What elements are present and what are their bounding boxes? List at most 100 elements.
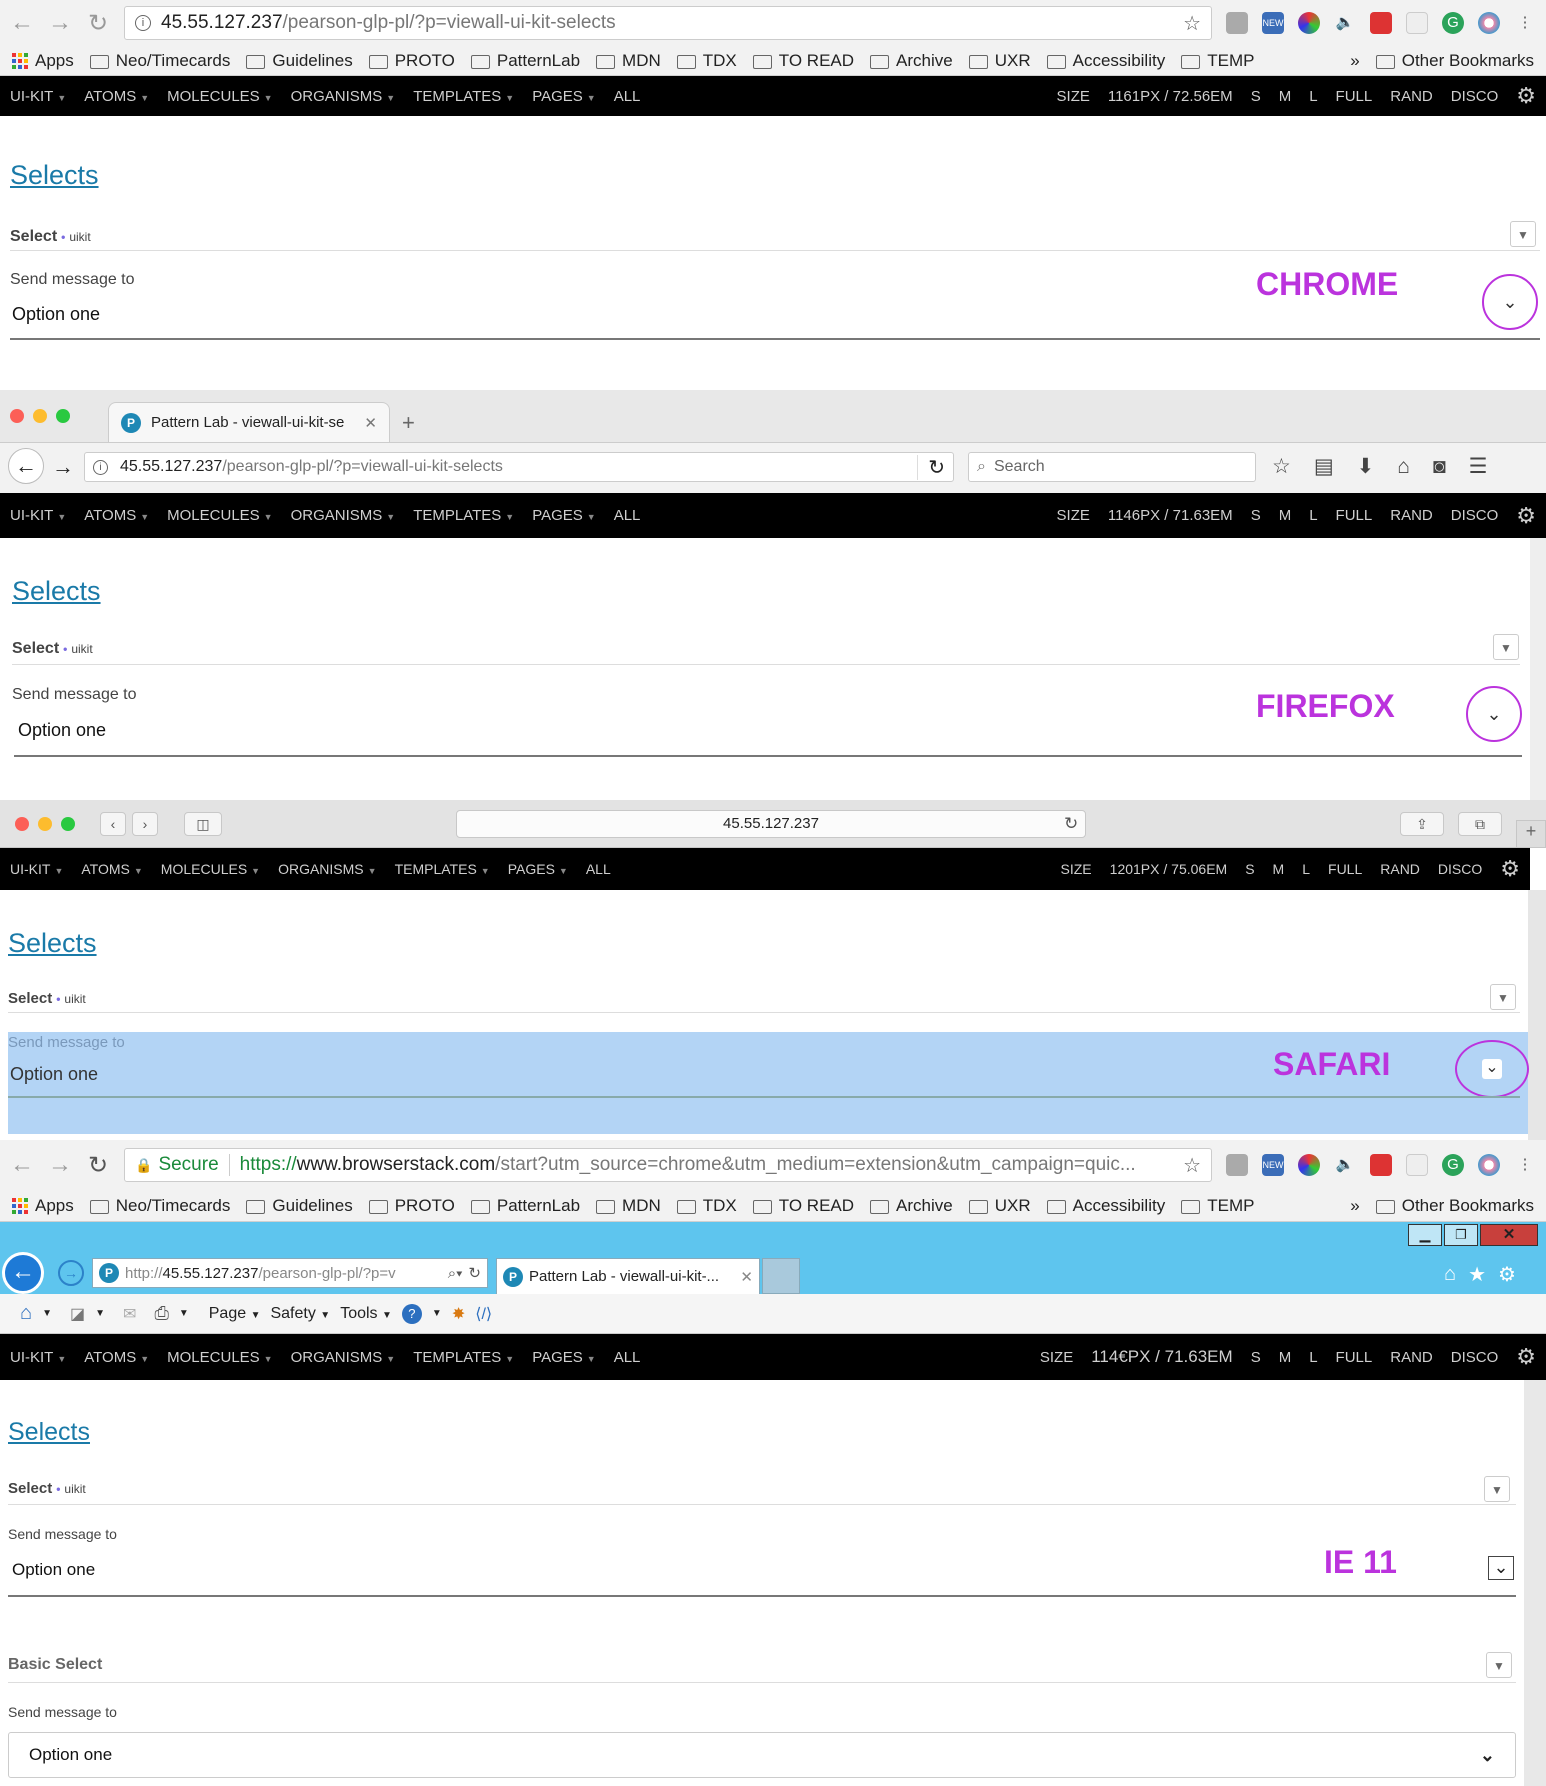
page-title[interactable]: Selects <box>10 160 99 191</box>
bookmark-folder[interactable]: PatternLab <box>470 1196 580 1216</box>
address-bar[interactable]: i 45.55.127.237/pearson-glp-pl/?p=viewal… <box>84 452 954 482</box>
star-icon[interactable]: ☆ <box>1183 1153 1201 1178</box>
nav-pages[interactable]: PAGES ▼ <box>532 88 596 105</box>
page-menu[interactable]: Page ▼ <box>209 1305 261 1323</box>
select-value[interactable]: Option one <box>12 1560 95 1580</box>
size-disco[interactable]: DISCO <box>1451 88 1499 105</box>
other-bookmarks[interactable]: Other Bookmarks <box>1375 1196 1534 1216</box>
favorites-star-icon[interactable]: ★ <box>1468 1262 1486 1287</box>
menu-dots-icon[interactable]: ⋮ <box>1514 12 1536 34</box>
minimize-dot-icon[interactable] <box>38 817 52 831</box>
home-icon[interactable]: ⌂ <box>1397 455 1410 479</box>
bookmark-folder[interactable]: Accessibility <box>1046 51 1165 71</box>
ie-back-icon[interactable]: ← <box>2 1252 44 1294</box>
size-rand[interactable]: RAND <box>1390 88 1433 105</box>
ext-page-icon[interactable] <box>1406 1154 1428 1176</box>
compat-icon[interactable]: ✸ <box>452 1304 465 1324</box>
ie-address-bar[interactable]: P http://45.55.127.237/pearson-glp-pl/?p… <box>92 1258 488 1288</box>
forward-chevron-icon[interactable]: › <box>132 812 158 836</box>
address-bar[interactable]: i 45.55.127.237/pearson-glp-pl/?p=viewal… <box>124 6 1212 40</box>
chevron-down-icon[interactable]: ⌄ <box>1488 1556 1514 1580</box>
tabs-overview-icon[interactable]: ⧉ <box>1458 812 1502 836</box>
bookmark-folder[interactable]: PatternLab <box>470 51 580 71</box>
print-icon[interactable]: ⎙ <box>154 1303 168 1324</box>
size-disco[interactable]: DISCO <box>1451 507 1499 524</box>
share-icon[interactable]: ⇪ <box>1400 812 1444 836</box>
select-value[interactable]: Option one <box>12 304 100 325</box>
zoom-dot-icon[interactable] <box>61 817 75 831</box>
size-full[interactable]: FULL <box>1336 88 1373 105</box>
rss-feed-icon[interactable]: ◪ <box>70 1304 85 1324</box>
sidebar-icon[interactable]: ◫ <box>184 812 222 836</box>
hamburger-menu-icon[interactable]: ☰ <box>1469 454 1488 479</box>
grammarly-icon[interactable]: G <box>1442 1154 1464 1176</box>
pattern-toggle-button[interactable]: ▼ <box>1490 984 1516 1010</box>
new-tab-icon[interactable]: + <box>402 410 415 436</box>
bookmark-folder[interactable]: Accessibility <box>1046 1196 1165 1216</box>
select-value[interactable]: Option one <box>18 720 106 741</box>
close-dot-icon[interactable] <box>15 817 29 831</box>
pattern-toggle-button[interactable]: ▼ <box>1493 634 1519 660</box>
chevron-down-icon[interactable]: ⌄ <box>1455 1040 1529 1098</box>
nav-all[interactable]: ALL <box>614 1349 641 1366</box>
tools-menu[interactable]: Tools ▼ <box>340 1305 392 1323</box>
size-l[interactable]: L <box>1302 861 1310 877</box>
pocket-icon[interactable]: ◙ <box>1433 455 1446 479</box>
ext-gray-icon[interactable] <box>1226 1154 1248 1176</box>
safety-menu[interactable]: Safety ▼ <box>270 1305 330 1323</box>
bookmark-star-icon[interactable]: ☆ <box>1272 454 1291 479</box>
size-full[interactable]: FULL <box>1328 861 1362 877</box>
speaker-icon[interactable]: 🔈 <box>1334 12 1356 34</box>
menu-dots-icon[interactable]: ⋮ <box>1514 1154 1536 1176</box>
basic-select[interactable]: Option one ⌄ <box>8 1732 1516 1778</box>
ext-circle-icon[interactable] <box>1478 12 1500 34</box>
grammarly-icon[interactable]: G <box>1442 12 1464 34</box>
reload-icon[interactable]: ↻ <box>86 9 110 38</box>
nav-molecules[interactable]: MOLECULES ▼ <box>167 88 272 105</box>
close-window-icon[interactable]: ✕ <box>1480 1224 1538 1246</box>
ie-tab[interactable]: P Pattern Lab - viewall-ui-kit-... ✕ <box>496 1258 760 1294</box>
size-rand[interactable]: RAND <box>1390 1349 1433 1366</box>
size-s[interactable]: S <box>1251 1349 1261 1366</box>
gear-icon[interactable]: ⚙ <box>1516 83 1536 109</box>
nav-molecules[interactable]: MOLECULES ▼ <box>161 861 260 877</box>
close-tab-icon[interactable]: ✕ <box>740 1268 753 1286</box>
size-rand[interactable]: RAND <box>1390 507 1433 524</box>
refresh-icon[interactable]: ↻ <box>468 1264 481 1282</box>
other-bookmarks[interactable]: Other Bookmarks <box>1375 51 1534 71</box>
chevron-down-icon[interactable]: ⌄ <box>1482 274 1538 330</box>
bookmark-folder[interactable]: Guidelines <box>246 51 353 71</box>
forward-arrow-icon[interactable]: → <box>48 1151 72 1179</box>
more-bookmarks[interactable]: » <box>1350 51 1359 71</box>
bookmark-folder[interactable]: MDN <box>596 1196 661 1216</box>
address-bar[interactable]: 45.55.127.237 <box>456 810 1086 838</box>
size-disco[interactable]: DISCO <box>1438 861 1482 877</box>
address-bar[interactable]: 🔒 Secure https://www.browserstack.com/st… <box>124 1148 1212 1182</box>
scrollbar[interactable] <box>1528 890 1546 1140</box>
new-tab-icon[interactable]: + <box>1516 820 1546 848</box>
more-bookmarks[interactable]: » <box>1350 1196 1359 1216</box>
ext-red-icon[interactable] <box>1370 12 1392 34</box>
size-s[interactable]: S <box>1251 507 1261 524</box>
nav-all[interactable]: ALL <box>614 88 641 105</box>
bookmark-folder[interactable]: Archive <box>870 51 953 71</box>
ext-color-icon[interactable] <box>1298 12 1320 34</box>
chevron-down-icon[interactable]: ⌄ <box>1466 686 1522 742</box>
mail-icon[interactable]: ✉ <box>123 1304 136 1324</box>
size-m[interactable]: M <box>1273 861 1285 877</box>
nav-pages[interactable]: PAGES ▼ <box>532 507 596 524</box>
pattern-toggle-button[interactable]: ▼ <box>1510 221 1536 247</box>
settings-gear-icon[interactable]: ⚙ <box>1498 1262 1516 1287</box>
help-icon[interactable]: ? <box>401 1303 422 1324</box>
close-dot-icon[interactable] <box>10 409 24 423</box>
bookmark-folder[interactable]: Archive <box>870 1196 953 1216</box>
tab-patternlab[interactable]: P Pattern Lab - viewall-ui-kit-se ✕ <box>108 402 390 442</box>
speaker-icon[interactable]: 🔈 <box>1334 1154 1356 1176</box>
search-input[interactable]: ⌕ Search <box>968 452 1256 482</box>
size-m[interactable]: M <box>1279 88 1292 105</box>
nav-organisms[interactable]: ORGANISMS ▼ <box>291 1349 396 1366</box>
nav-atoms[interactable]: ATOMS ▼ <box>84 507 149 524</box>
nav-templates[interactable]: TEMPLATES ▼ <box>413 1349 514 1366</box>
nav-uikit[interactable]: UI-KIT ▼ <box>10 507 66 524</box>
size-full[interactable]: FULL <box>1336 507 1373 524</box>
